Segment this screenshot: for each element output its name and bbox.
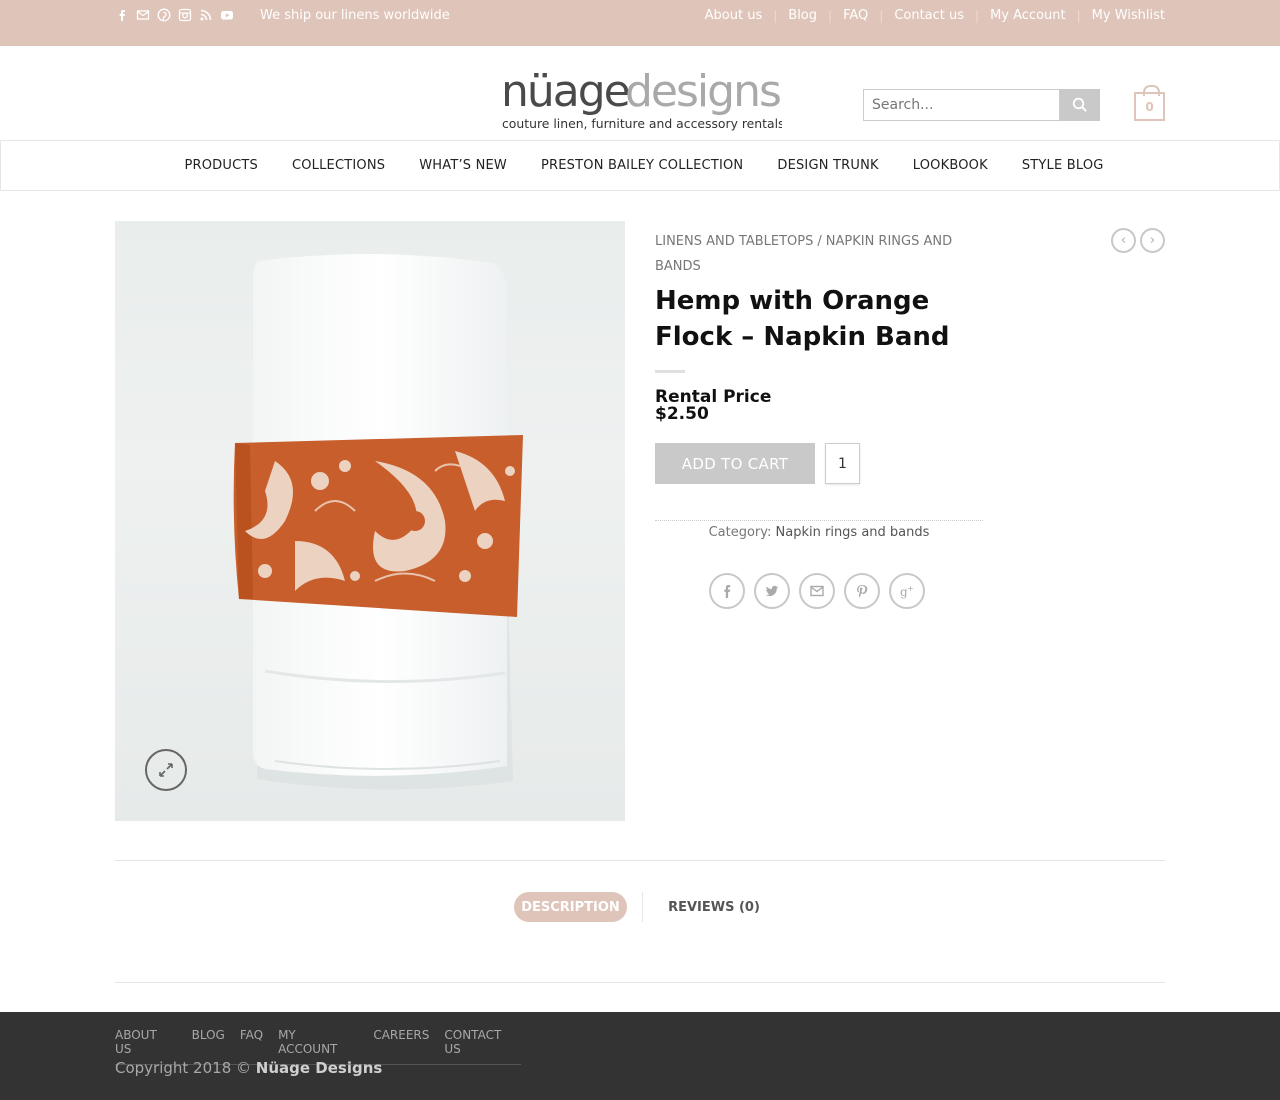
top-link-blog[interactable]: Blog (788, 8, 817, 23)
logo-tagline: couture linen, furniture and accessory r… (502, 116, 782, 131)
meta-divider (655, 520, 983, 521)
google-plus-icon[interactable]: g + (889, 573, 925, 609)
pinterest-icon[interactable] (157, 8, 171, 22)
rss-icon[interactable] (199, 8, 213, 22)
divider: | (975, 8, 980, 23)
pinterest-icon[interactable] (844, 573, 880, 609)
nav-lookbook[interactable]: LOOKBOOK (913, 158, 988, 173)
chevron-left-icon[interactable]: ‹ (1111, 228, 1136, 253)
footer-link-account[interactable]: MY ACCOUNT (278, 1028, 358, 1056)
shipping-tagline: We ship our linens worldwide (260, 8, 450, 23)
top-link-about[interactable]: About us (705, 8, 763, 23)
divider: | (1076, 8, 1081, 23)
product-price: $2.50 (655, 404, 709, 424)
add-to-cart-button[interactable]: ADD TO CART (655, 443, 815, 484)
search-icon (1072, 97, 1087, 112)
top-link-contact[interactable]: Contact us (894, 8, 964, 23)
logo-wordmark-left: nüage (501, 66, 629, 117)
title-divider (655, 370, 685, 373)
social-icons (115, 8, 234, 22)
tabs-divider-bottom (115, 982, 1165, 983)
napkin-photo (233, 253, 523, 790)
svg-text:+: + (907, 584, 914, 593)
footer-link-about[interactable]: ABOUT US (115, 1028, 177, 1056)
divider: | (773, 8, 778, 23)
cart-button[interactable]: 0 (1134, 85, 1165, 121)
youtube-icon[interactable] (220, 8, 234, 22)
product-meta: Category: Napkin rings and bands (655, 525, 983, 540)
top-links: About us | Blog | FAQ | Contact us | My … (705, 8, 1165, 23)
divider: | (879, 8, 884, 23)
footer-link-contact[interactable]: CONTACT US (444, 1028, 521, 1056)
search-button[interactable] (1060, 89, 1100, 121)
copyright: Copyright 2018 © Nüage Designs (115, 1059, 382, 1077)
cart-count: 0 (1145, 99, 1154, 114)
nav-products[interactable]: PRODUCTS (184, 158, 258, 173)
main-nav: PRODUCTS COLLECTIONS WHAT’S NEW PRESTON … (0, 140, 1280, 191)
divider: | (828, 8, 833, 23)
breadcrumb-linens[interactable]: LINENS AND TABLETOPS (655, 234, 813, 249)
zoom-button[interactable] (145, 749, 187, 791)
category-label: Category: (708, 525, 772, 540)
expand-icon (159, 763, 173, 777)
facebook-icon[interactable] (115, 8, 129, 22)
category-link[interactable]: Napkin rings and bands (776, 525, 930, 540)
nav-collections[interactable]: COLLECTIONS (292, 158, 385, 173)
twitter-icon[interactable] (754, 573, 790, 609)
facebook-icon[interactable] (709, 573, 745, 609)
quantity-input[interactable]: 1 (825, 443, 860, 484)
email-icon[interactable] (136, 8, 150, 22)
top-bar: We ship our linens worldwide About us | … (0, 0, 1280, 46)
product-title: Hemp with Orange Flock – Napkin Band (655, 286, 950, 352)
nav-preston-bailey[interactable]: PRESTON BAILEY COLLECTION (541, 158, 743, 173)
footer-link-careers[interactable]: CAREERS (373, 1028, 429, 1056)
search-form (863, 89, 1100, 121)
footer-link-blog[interactable]: BLOG (192, 1028, 225, 1056)
instagram-icon[interactable] (178, 8, 192, 22)
tab-divider (642, 892, 643, 922)
email-icon[interactable] (799, 573, 835, 609)
tabs-divider-top (115, 860, 1165, 861)
top-link-account[interactable]: My Account (990, 8, 1066, 23)
copyright-brand: Nüage Designs (255, 1059, 383, 1077)
search-input[interactable] (863, 89, 1060, 121)
site-logo[interactable]: nüage designs couture linen, furniture a… (500, 64, 785, 134)
nav-style-blog[interactable]: STYLE BLOG (1022, 158, 1104, 173)
footer-link-faq[interactable]: FAQ (240, 1028, 263, 1056)
share-icons: g + (709, 573, 925, 609)
footer: ABOUT US BLOG FAQ MY ACCOUNT CAREERS CON… (0, 1012, 1280, 1100)
nav-design-trunk[interactable]: DESIGN TRUNK (777, 158, 878, 173)
logo-wordmark-right: designs (625, 66, 780, 117)
product-navigation: ‹ › (1111, 228, 1165, 253)
breadcrumb-divider: / (817, 234, 822, 249)
product-image[interactable] (115, 221, 625, 821)
nav-whats-new[interactable]: WHAT’S NEW (419, 158, 507, 173)
top-link-faq[interactable]: FAQ (843, 8, 868, 23)
copyright-prefix: Copyright 2018 © (115, 1059, 252, 1077)
tab-reviews[interactable]: REVIEWS (0) (660, 892, 768, 922)
top-link-wishlist[interactable]: My Wishlist (1092, 8, 1165, 23)
tab-description[interactable]: DESCRIPTION (514, 892, 627, 922)
chevron-right-icon[interactable]: › (1140, 228, 1165, 253)
breadcrumb: LINENS AND TABLETOPS / NAPKIN RINGS AND BA… (655, 229, 985, 279)
